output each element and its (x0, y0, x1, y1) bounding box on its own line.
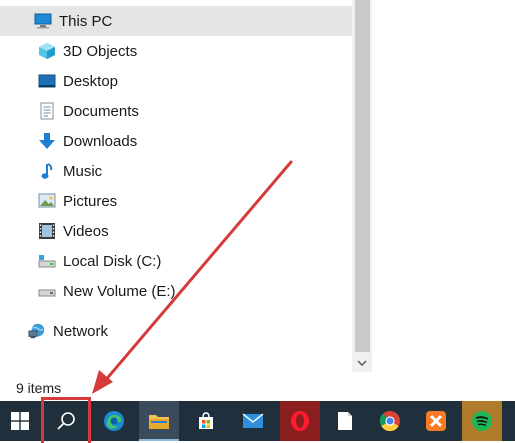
folder-icon (149, 415, 169, 429)
nav-item-label: New Volume (E:) (63, 282, 176, 300)
documents-icon (38, 102, 56, 120)
status-item-count: 9 items (16, 380, 62, 396)
navigation-pane: This PC 3D Objects Desktop Documents Dow… (0, 0, 352, 370)
opera-icon (291, 411, 309, 431)
nav-item-documents[interactable]: Documents (0, 96, 352, 126)
downloads-icon (38, 132, 56, 150)
windows-logo-icon (11, 412, 29, 430)
document-icon (338, 412, 352, 430)
drive-icon (38, 282, 56, 300)
nav-item-label: Music (63, 162, 103, 180)
xampp-icon (426, 411, 446, 431)
nav-item-network[interactable]: Network (0, 316, 352, 346)
nav-item-label: Network (53, 322, 109, 340)
nav-item-label: Downloads (63, 132, 138, 150)
nav-item-label: Desktop (63, 72, 119, 90)
taskbar-notepad[interactable] (325, 401, 365, 441)
taskbar-opera[interactable] (280, 401, 320, 441)
chevron-down-icon (357, 360, 367, 366)
taskbar-xampp[interactable] (416, 401, 456, 441)
start-button[interactable] (0, 401, 40, 441)
taskbar-chrome[interactable] (370, 401, 410, 441)
nav-item-desktop[interactable]: Desktop (0, 66, 352, 96)
taskbar-store[interactable] (186, 401, 226, 441)
computer-icon (34, 12, 52, 30)
chrome-icon (379, 411, 400, 432)
nav-item-this-pc[interactable]: This PC (0, 6, 352, 36)
nav-item-label: Documents (63, 102, 139, 120)
pictures-icon (38, 192, 56, 210)
desktop-icon (38, 72, 56, 90)
nav-item-music[interactable]: Music (0, 156, 352, 186)
nav-item-label: 3D Objects (63, 42, 138, 60)
taskbar-mail[interactable] (233, 401, 273, 441)
scrollbar-thumb[interactable] (355, 0, 370, 352)
scroll-down-button[interactable] (352, 354, 372, 372)
taskbar-edge[interactable] (94, 401, 134, 441)
edge-icon (104, 411, 124, 431)
drive-icon (38, 252, 56, 270)
nav-item-local-disk-c[interactable]: Local Disk (C:) (0, 246, 352, 276)
search-highlight-box (41, 397, 91, 443)
nav-item-label: Videos (63, 222, 109, 240)
nav-item-new-volume-e[interactable]: New Volume (E:) (0, 276, 352, 306)
nav-item-videos[interactable]: Videos (0, 216, 352, 246)
taskbar-spotify[interactable] (462, 401, 502, 441)
taskbar-overflow-edge (507, 401, 515, 441)
mail-icon (242, 413, 264, 428)
nav-item-label: This PC (59, 12, 113, 30)
nav-item-downloads[interactable]: Downloads (0, 126, 352, 156)
taskbar-file-explorer[interactable] (139, 401, 179, 441)
nav-item-pictures[interactable]: Pictures (0, 186, 352, 216)
3d-objects-icon (38, 42, 56, 60)
store-icon (199, 412, 213, 429)
nav-item-label: Local Disk (C:) (63, 252, 162, 270)
videos-icon (38, 222, 56, 240)
nav-item-label: Pictures (63, 192, 118, 210)
nav-item-3d-objects[interactable]: 3D Objects (0, 36, 352, 66)
music-icon (38, 162, 56, 180)
network-icon (28, 322, 46, 340)
spotify-icon (472, 411, 492, 431)
